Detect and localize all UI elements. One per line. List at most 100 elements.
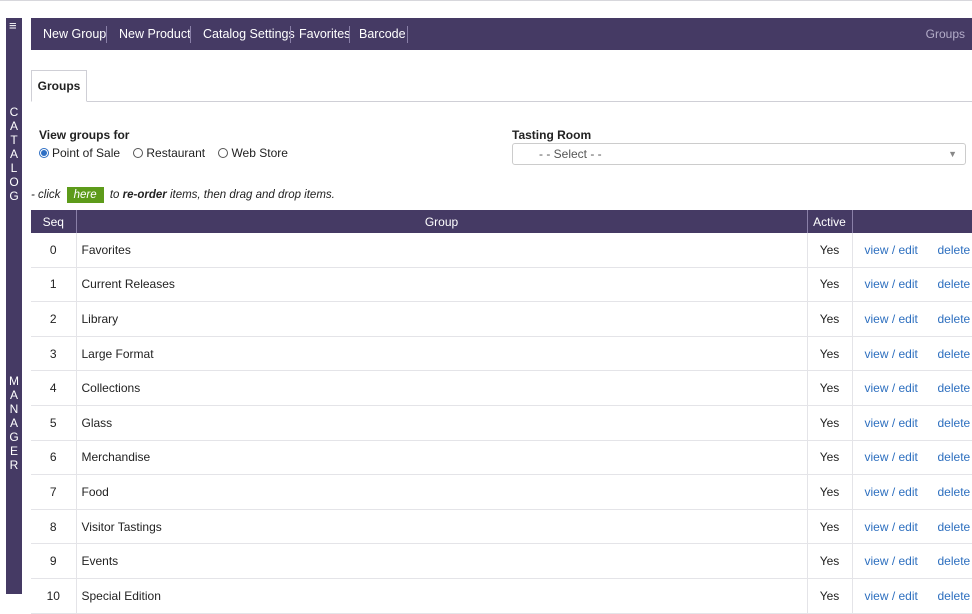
delete-link[interactable]: delete	[938, 589, 971, 603]
delete-link[interactable]: delete	[938, 450, 971, 464]
row-actions: view / edit delete	[852, 405, 972, 441]
reorder-bold: re-order	[122, 189, 167, 201]
current-page-label: Groups	[925, 27, 965, 41]
col-header-seq[interactable]: Seq	[31, 210, 77, 233]
delete-link[interactable]: delete	[938, 381, 971, 395]
row-seq: 10	[31, 578, 77, 614]
new-group-link[interactable]: New Group	[43, 18, 106, 50]
row-seq: 6	[31, 440, 77, 476]
new-product-link[interactable]: New Product	[119, 18, 191, 50]
table-row[interactable]: 9 Events Yes view / edit delete	[31, 543, 972, 579]
table-row[interactable]: 7 Food Yes view / edit delete	[31, 474, 972, 510]
reorder-hint: - click here to re-order items, then dra…	[31, 187, 335, 203]
row-group-name: Collections	[76, 370, 808, 406]
view-edit-link[interactable]: view / edit	[865, 381, 929, 395]
row-group-name: Merchandise	[76, 440, 808, 476]
delete-link[interactable]: delete	[938, 554, 971, 568]
tasting-room-select[interactable]: - - Select - - ▼	[512, 143, 966, 165]
view-edit-link[interactable]: view / edit	[865, 312, 929, 326]
view-edit-link[interactable]: view / edit	[865, 450, 929, 464]
sidebar-letter: L	[10, 161, 18, 175]
table-row[interactable]: 10 Special Edition Yes view / edit delete	[31, 578, 972, 614]
view-edit-link[interactable]: view / edit	[865, 554, 929, 568]
radio-label[interactable]: Point of Sale	[52, 146, 120, 160]
delete-link[interactable]: delete	[938, 243, 971, 257]
view-groups-label: View groups for	[39, 128, 130, 142]
nav-divider	[349, 26, 350, 43]
channel-radio-group: Point of Sale Restaurant Web Store	[39, 146, 298, 160]
view-edit-link[interactable]: view / edit	[865, 416, 929, 430]
row-active-status: Yes	[807, 233, 853, 268]
row-active-status: Yes	[807, 405, 853, 441]
row-actions: view / edit delete	[852, 509, 972, 545]
table-row[interactable]: 3 Large Format Yes view / edit delete	[31, 336, 972, 372]
tab-groups[interactable]: Groups	[31, 70, 87, 102]
delete-link[interactable]: delete	[938, 277, 971, 291]
table-row[interactable]: 6 Merchandise Yes view / edit delete	[31, 440, 972, 476]
col-header-actions	[852, 210, 972, 233]
top-divider	[0, 0, 972, 1]
view-edit-link[interactable]: view / edit	[865, 589, 929, 603]
row-group-name: Library	[76, 301, 808, 337]
table-row[interactable]: 8 Visitor Tastings Yes view / edit delete	[31, 509, 972, 545]
row-active-status: Yes	[807, 578, 853, 614]
top-nav-bar: New Group New Product Catalog Settings F…	[31, 18, 972, 50]
reorder-middle: to	[109, 189, 120, 201]
radio-point-of-sale[interactable]	[39, 148, 49, 158]
delete-link[interactable]: delete	[938, 485, 971, 499]
row-seq: 2	[31, 301, 77, 337]
sidebar-letter: E	[9, 444, 18, 458]
table-row[interactable]: 0 Favorites Yes view / edit delete	[31, 233, 972, 268]
reorder-here-button[interactable]: here	[66, 187, 104, 203]
delete-link[interactable]: delete	[938, 347, 971, 361]
nav-divider	[407, 26, 408, 43]
sidebar-letter: N	[9, 402, 19, 416]
table-row[interactable]: 2 Library Yes view / edit delete	[31, 301, 972, 337]
tab-baseline	[31, 101, 972, 102]
table-row[interactable]: 4 Collections Yes view / edit delete	[31, 370, 972, 406]
view-edit-link[interactable]: view / edit	[865, 520, 929, 534]
row-seq: 7	[31, 474, 77, 510]
sidebar-letter: A	[9, 119, 18, 133]
chevron-down-icon: ▼	[948, 149, 957, 159]
catalog-settings-link[interactable]: Catalog Settings	[203, 18, 295, 50]
table-row[interactable]: 5 Glass Yes view / edit delete	[31, 405, 972, 441]
row-group-name: Food	[76, 474, 808, 510]
delete-link[interactable]: delete	[938, 312, 971, 326]
barcode-link[interactable]: Barcode	[359, 18, 406, 50]
sidebar-letter: A	[9, 147, 18, 161]
row-seq: 0	[31, 233, 77, 268]
sidebar-letter: A	[9, 416, 18, 430]
row-actions: view / edit delete	[852, 440, 972, 476]
table-row[interactable]: 1 Current Releases Yes view / edit delete	[31, 267, 972, 303]
hamburger-icon[interactable]: ≡	[9, 19, 20, 32]
row-actions: view / edit delete	[852, 543, 972, 579]
row-actions: view / edit delete	[852, 301, 972, 337]
col-header-group[interactable]: Group	[76, 210, 808, 233]
row-seq: 3	[31, 336, 77, 372]
row-actions: view / edit delete	[852, 233, 972, 268]
nav-divider	[290, 26, 291, 43]
sidebar-letter: C	[9, 105, 19, 119]
row-active-status: Yes	[807, 440, 853, 476]
view-edit-link[interactable]: view / edit	[865, 347, 929, 361]
sidebar-letter: T	[10, 133, 18, 147]
radio-restaurant[interactable]	[133, 148, 144, 158]
row-active-status: Yes	[807, 336, 853, 372]
col-header-active[interactable]: Active	[807, 210, 853, 233]
row-actions: view / edit delete	[852, 267, 972, 303]
row-actions: view / edit delete	[852, 474, 972, 510]
delete-link[interactable]: delete	[938, 520, 971, 534]
radio-label[interactable]: Web Store	[231, 146, 287, 160]
radio-label[interactable]: Restaurant	[146, 146, 205, 160]
nav-divider	[190, 26, 191, 43]
view-edit-link[interactable]: view / edit	[865, 485, 929, 499]
sidebar-letter: M	[9, 374, 19, 388]
view-edit-link[interactable]: view / edit	[865, 243, 929, 257]
view-edit-link[interactable]: view / edit	[865, 277, 929, 291]
favorites-link[interactable]: Favorites	[299, 18, 350, 50]
delete-link[interactable]: delete	[938, 416, 971, 430]
row-actions: view / edit delete	[852, 578, 972, 614]
row-group-name: Large Format	[76, 336, 808, 372]
radio-web-store[interactable]	[218, 148, 229, 158]
